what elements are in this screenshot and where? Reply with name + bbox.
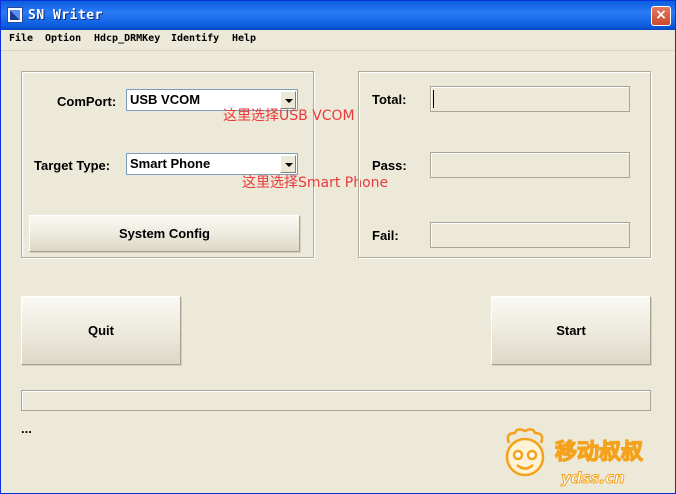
target-type-label: Target Type: <box>34 158 111 173</box>
comport-label: ComPort: <box>57 94 117 109</box>
menu-hdcp-drmkey[interactable]: Hdcp_DRMKey <box>94 33 160 44</box>
menu-file[interactable]: File <box>9 33 33 44</box>
watermark-brand: 移动叔叔 <box>555 439 644 465</box>
pass-field <box>430 152 630 178</box>
text-cursor <box>433 90 434 108</box>
system-config-button[interactable]: System Config <box>29 215 300 252</box>
fail-field <box>430 222 630 248</box>
sn-writer-window: SN Writer × File Option Hdcp_DRMKey Iden… <box>0 0 676 494</box>
menu-help[interactable]: Help <box>232 33 256 44</box>
total-label: Total: <box>372 92 407 107</box>
menu-identify[interactable]: Identify <box>171 33 219 44</box>
start-button[interactable]: Start <box>491 296 651 365</box>
watermark-site: ydss.cn <box>561 469 625 487</box>
status-text: ... <box>21 421 32 436</box>
ydss-watermark-logo: 移动叔叔 ydss.cn <box>505 428 645 488</box>
target-type-value: Smart Phone <box>130 156 211 171</box>
menu-option[interactable]: Option <box>45 33 81 44</box>
window-title: SN Writer <box>28 8 103 23</box>
comport-value: USB VCOM <box>130 92 201 107</box>
pass-label: Pass: <box>372 158 407 173</box>
menu-bar: File Option Hdcp_DRMKey Identify Help <box>1 30 675 51</box>
fail-label: Fail: <box>372 228 399 243</box>
quit-button[interactable]: Quit <box>21 296 181 365</box>
progress-bar <box>21 390 651 411</box>
title-bar[interactable]: SN Writer × <box>1 1 675 30</box>
total-field <box>430 86 630 112</box>
close-button[interactable]: × <box>651 6 671 26</box>
target-type-dropdown-arrow-icon[interactable] <box>280 155 296 173</box>
comport-annotation: 这里选择USB VCOM <box>223 108 355 124</box>
app-icon <box>7 7 23 23</box>
